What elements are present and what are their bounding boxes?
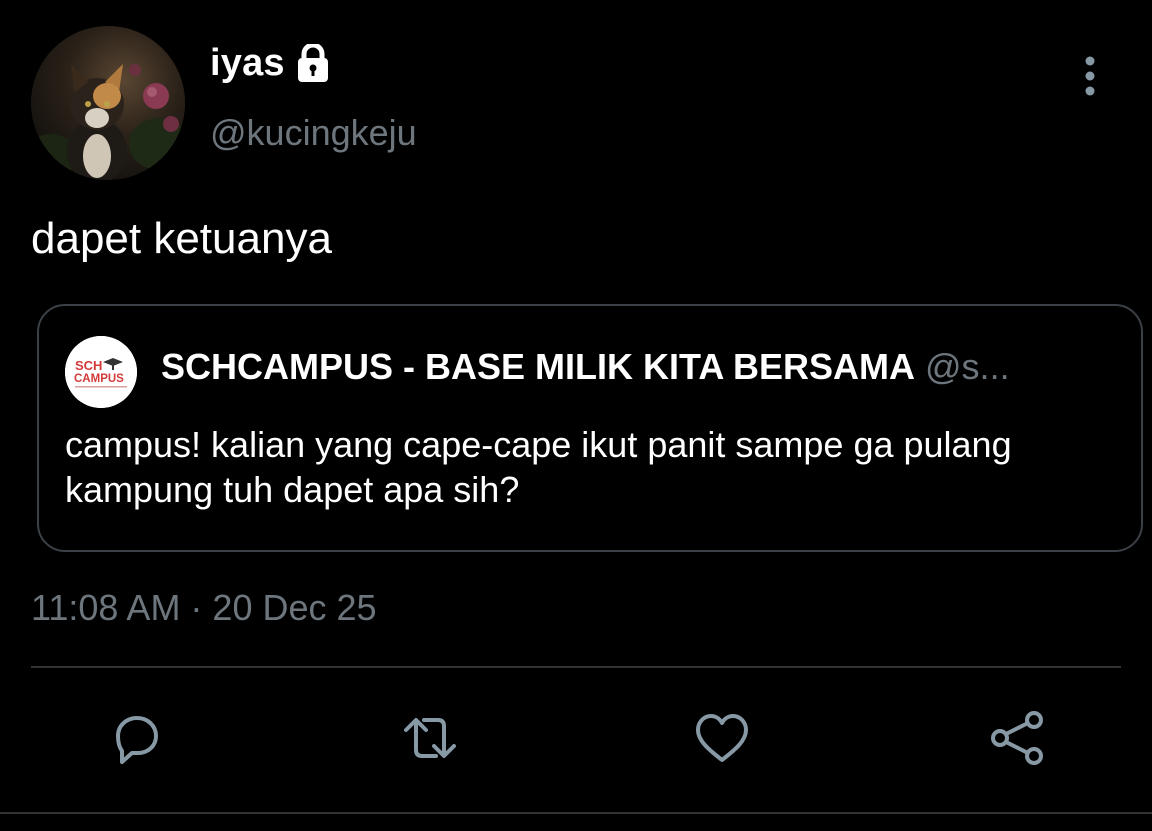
- quoted-tweet-handle: @s...: [925, 346, 1010, 387]
- reply-icon: [116, 716, 158, 764]
- like-icon: [696, 714, 748, 762]
- tweet-text: dapet ketuanya: [31, 214, 332, 263]
- action-bar: [0, 706, 1152, 776]
- author-display-name[interactable]: iyas: [210, 42, 285, 85]
- more-vertical-icon[interactable]: [1076, 56, 1104, 96]
- tweet-timestamp[interactable]: 11:08 AM · 20 Dec 25: [31, 587, 377, 629]
- quoted-tweet-card[interactable]: SCH CAMPUS SCHCAMPUS - BASE MILIK KITA B…: [37, 304, 1143, 552]
- reply-button[interactable]: [104, 706, 168, 770]
- divider: [31, 666, 1121, 668]
- like-button[interactable]: [690, 706, 754, 770]
- retweet-icon: [404, 718, 456, 758]
- share-icon: [991, 711, 1043, 765]
- bottom-divider: [0, 812, 1152, 814]
- cat-photo-avatar: [31, 26, 185, 180]
- author-name-row[interactable]: iyas: [210, 42, 331, 85]
- quoted-tweet-display-name: SCHCAMPUS - BASE MILIK KITA BERSAMA: [161, 346, 915, 387]
- share-button[interactable]: [986, 706, 1050, 770]
- quoted-tweet-header: SCHCAMPUS - BASE MILIK KITA BERSAMA @s..…: [161, 346, 1085, 388]
- retweet-button[interactable]: [398, 706, 462, 770]
- lock-icon: [295, 42, 331, 84]
- quoted-avatar-text-top: SCH: [75, 358, 102, 373]
- quoted-tweet-avatar: SCH CAMPUS: [65, 336, 137, 408]
- author-handle[interactable]: @kucingkeju: [210, 112, 417, 154]
- author-avatar[interactable]: [31, 26, 185, 180]
- quoted-tweet-text: campus! kalian yang cape-cape ikut panit…: [65, 424, 1012, 510]
- quoted-avatar-text-bottom: CAMPUS: [74, 373, 124, 385]
